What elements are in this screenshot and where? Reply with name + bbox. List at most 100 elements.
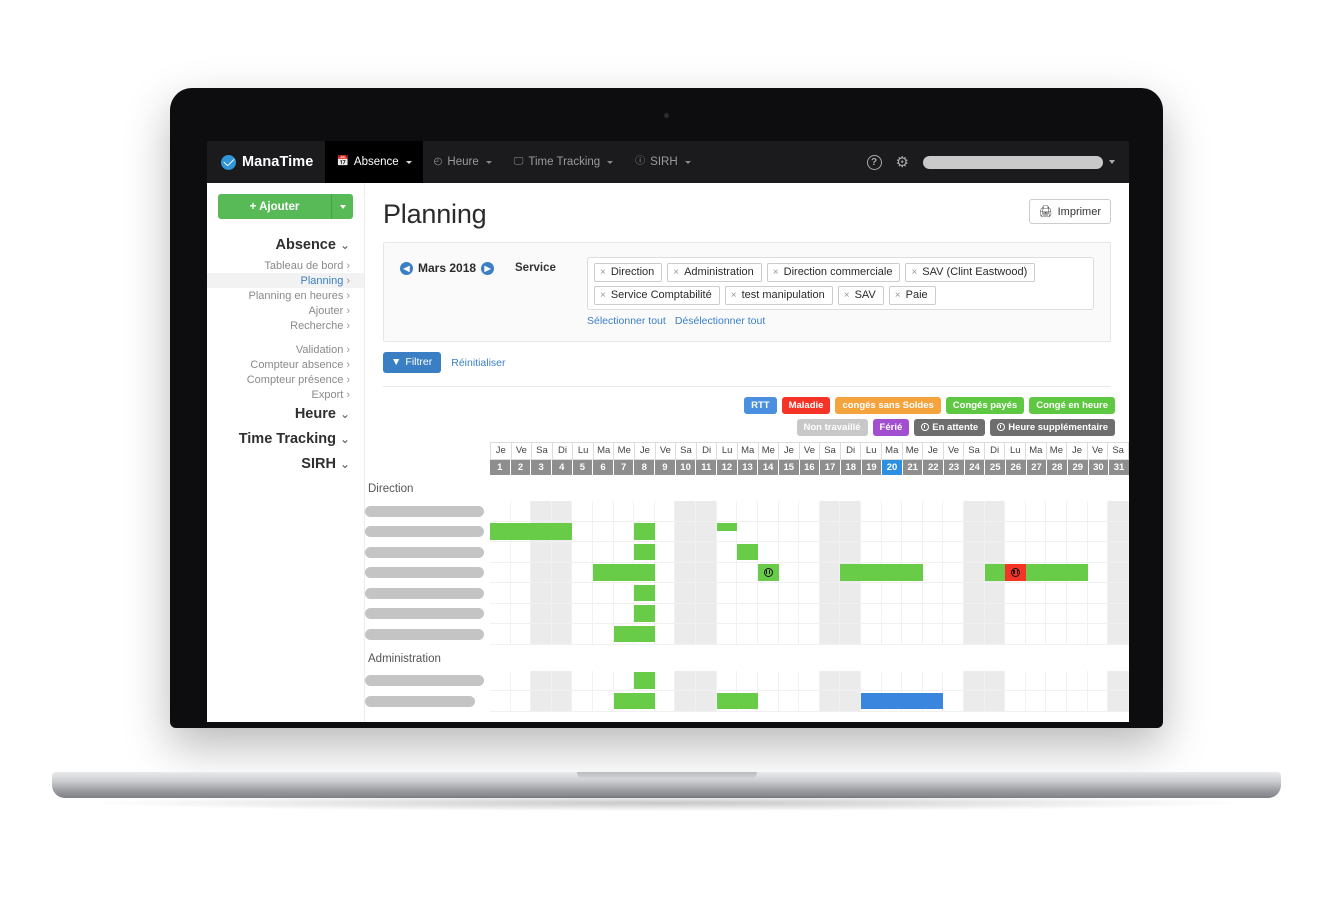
calendar-cell[interactable]	[799, 542, 820, 562]
close-icon[interactable]: ×	[911, 267, 917, 278]
calendar-cell[interactable]	[778, 603, 800, 623]
calendar-cell[interactable]	[613, 603, 635, 623]
calendar-cell[interactable]	[1087, 521, 1109, 541]
calendar-cell[interactable]	[902, 583, 923, 603]
calendar-day-number[interactable]: 17	[820, 459, 841, 475]
calendar-cell[interactable]	[922, 542, 944, 562]
calendar-cell[interactable]	[675, 542, 697, 562]
absence-bar-green[interactable]	[634, 672, 655, 689]
calendar-cell[interactable]	[943, 670, 965, 690]
app-brand[interactable]: ManaTime	[207, 141, 325, 183]
absence-bar-green[interactable]	[593, 564, 614, 581]
calendar-cell[interactable]	[1005, 542, 1026, 562]
calendar-cell[interactable]	[613, 501, 635, 521]
chevron-down-icon[interactable]	[1109, 160, 1115, 164]
calendar-cell[interactable]	[964, 583, 985, 603]
calendar-day-number[interactable]: 8	[634, 459, 656, 475]
calendar-cell[interactable]	[819, 501, 841, 521]
calendar-cell[interactable]	[696, 670, 717, 690]
calendar-cell[interactable]	[984, 583, 1006, 603]
calendar-cell[interactable]	[1067, 603, 1088, 623]
calendar-cell[interactable]	[964, 542, 985, 562]
user-menu-field[interactable]	[923, 155, 1103, 169]
calendar-cell[interactable]	[1108, 624, 1129, 644]
calendar-cell[interactable]	[696, 562, 717, 582]
calendar-cell[interactable]	[613, 670, 635, 690]
calendar-cell[interactable]	[757, 691, 779, 711]
calendar-cell[interactable]	[881, 603, 903, 623]
calendar-cell[interactable]	[922, 501, 944, 521]
nav-item-sirh[interactable]: ⓘ SIRH	[624, 141, 701, 183]
calendar-cell[interactable]	[737, 624, 758, 644]
close-icon[interactable]: ×	[600, 267, 606, 278]
calendar-cell[interactable]	[510, 542, 532, 562]
nav-item-absence[interactable]: 📅 Absence	[325, 141, 423, 183]
calendar-cell[interactable]	[1005, 624, 1026, 644]
select-all-link[interactable]: Sélectionner tout	[587, 315, 666, 327]
calendar-cell[interactable]	[1046, 691, 1068, 711]
calendar-cell[interactable]	[716, 624, 738, 644]
legend-badge-ferie[interactable]: Férié	[872, 419, 910, 436]
calendar-cell[interactable]	[1025, 624, 1047, 644]
gear-icon[interactable]: ⚙	[896, 155, 909, 170]
calendar-cell[interactable]	[1025, 691, 1047, 711]
calendar-cell[interactable]	[531, 624, 552, 644]
calendar-cell[interactable]	[1108, 501, 1129, 521]
calendar-cell[interactable]	[984, 624, 1006, 644]
calendar-cell[interactable]	[964, 521, 985, 541]
calendar-cell[interactable]	[531, 691, 552, 711]
calendar-cell[interactable]	[593, 670, 614, 690]
calendar-cell[interactable]	[799, 670, 820, 690]
calendar-cell[interactable]	[902, 624, 923, 644]
absence-bar-green[interactable]	[613, 625, 635, 642]
calendar-cell[interactable]	[1067, 521, 1088, 541]
calendar-cell[interactable]	[675, 624, 697, 644]
calendar-day-number[interactable]: 16	[799, 459, 821, 475]
calendar-cell[interactable]	[860, 670, 882, 690]
calendar-cell[interactable]	[716, 583, 738, 603]
sidebar-item-planning[interactable]: Planning ›	[207, 273, 364, 288]
calendar-cell[interactable]	[531, 603, 552, 623]
calendar-cell[interactable]	[757, 501, 779, 521]
calendar-day-number[interactable]: 22	[923, 459, 945, 475]
nav-item-heure[interactable]: ◴ Heure	[423, 141, 503, 183]
calendar-cell[interactable]	[1046, 542, 1068, 562]
calendar-cell[interactable]	[1108, 603, 1129, 623]
calendar-cell[interactable]	[1067, 624, 1088, 644]
sidebar-group-heure[interactable]: Heure ⌄	[207, 402, 364, 427]
add-dropdown-toggle[interactable]	[331, 194, 353, 219]
calendar-cell[interactable]	[757, 521, 779, 541]
calendar-day-number[interactable]: 19	[861, 459, 883, 475]
calendar-cell[interactable]	[1108, 691, 1129, 711]
calendar-cell[interactable]	[1025, 501, 1047, 521]
calendar-cell[interactable]	[654, 583, 676, 603]
calendar-cell[interactable]	[1046, 670, 1068, 690]
service-tag[interactable]: × SAV (Clint Eastwood)	[905, 263, 1036, 282]
absence-bar-green[interactable]	[716, 523, 738, 532]
calendar-cell[interactable]	[510, 562, 532, 582]
reset-button[interactable]: Réinitialiser	[451, 357, 505, 369]
close-icon[interactable]: ×	[731, 290, 737, 301]
calendar-cell[interactable]	[964, 562, 985, 582]
calendar-cell[interactable]	[943, 521, 965, 541]
calendar-cell[interactable]	[943, 691, 965, 711]
calendar-cell[interactable]	[799, 624, 820, 644]
calendar-cell[interactable]	[902, 542, 923, 562]
calendar-cell[interactable]	[696, 624, 717, 644]
calendar-cell[interactable]	[654, 603, 676, 623]
calendar-cell[interactable]	[531, 542, 552, 562]
sidebar-item-export[interactable]: Export ›	[207, 387, 364, 402]
calendar-cell[interactable]	[654, 542, 676, 562]
calendar-cell[interactable]	[737, 583, 758, 603]
calendar-cell[interactable]	[902, 501, 923, 521]
calendar-cell[interactable]	[840, 691, 861, 711]
calendar-cell[interactable]	[490, 624, 511, 644]
absence-bar-green[interactable]	[634, 692, 655, 709]
calendar-cell[interactable]	[675, 501, 697, 521]
calendar-cell[interactable]	[840, 603, 861, 623]
sidebar-item-recherche[interactable]: Recherche ›	[207, 318, 364, 333]
sidebar-group-sirh[interactable]: SIRH ⌄	[207, 452, 364, 477]
calendar-cell[interactable]	[593, 691, 614, 711]
calendar-cell[interactable]	[778, 691, 800, 711]
calendar-cell[interactable]	[799, 603, 820, 623]
